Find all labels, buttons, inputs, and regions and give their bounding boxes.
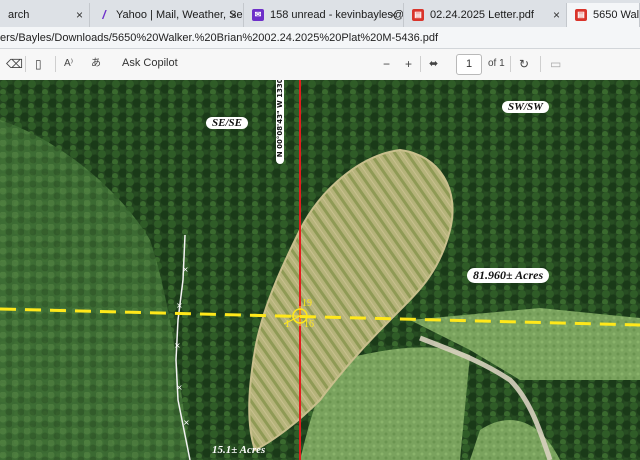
close-icon[interactable]: × (553, 8, 560, 22)
address-bar[interactable]: ers/Bayles/Downloads/5650%20Walker.%20Br… (0, 27, 640, 49)
fence-marker: × (176, 383, 183, 392)
divider (510, 56, 511, 72)
read-aloud-icon[interactable]: A⁾ (64, 56, 73, 72)
tab-label: 02.24.2025 Letter.pdf (430, 9, 534, 21)
tab-search[interactable]: arch × (0, 3, 90, 27)
page-number-input[interactable]: 1 (456, 54, 482, 75)
fence-marker: × (174, 341, 181, 350)
mail-icon: ✉ (252, 9, 264, 21)
ask-copilot-button[interactable]: Ask Copilot (122, 57, 178, 69)
tab-label: Yahoo | Mail, Weather, Search, Po (116, 9, 243, 21)
close-icon[interactable]: × (230, 8, 237, 22)
close-icon[interactable]: × (390, 8, 397, 22)
divider (420, 56, 421, 72)
tab-letter-pdf[interactable]: ▤ 02.24.2025 Letter.pdf × (404, 3, 567, 27)
pdf-icon: ▤ (412, 9, 424, 21)
acreage-label-secondary: 15.1± Acres (212, 444, 266, 456)
tab-label: 158 unread - kevinbayles@yahoo (270, 9, 404, 21)
rotate-icon[interactable]: ↻ (519, 56, 529, 72)
tab-mail[interactable]: ✉ 158 unread - kevinbayles@yahoo × (244, 3, 404, 27)
divider (25, 56, 26, 72)
corner-number-left: 1 (285, 319, 290, 330)
corner-number-bottom: 16 (304, 319, 314, 330)
tab-yahoo[interactable]: / Yahoo | Mail, Weather, Search, Po × (90, 3, 244, 27)
quadrant-label-sw: SW/SW (502, 101, 549, 113)
pdf-toolbar: ⌫ ▯ A⁾ あ Ask Copilot − + ⬌ 1 of 1 ↻ ▭ (0, 49, 640, 81)
yahoo-icon: / (102, 8, 106, 22)
pdf-icon: ▤ (575, 9, 587, 21)
quadrant-label-se: SE/SE (206, 117, 248, 129)
tab-strip: arch × / Yahoo | Mail, Weather, Search, … (0, 0, 640, 27)
acreage-label: 81.960± Acres (467, 268, 550, 283)
fit-page-icon[interactable]: ⬌ (429, 56, 438, 72)
divider (55, 56, 56, 72)
eraser-icon[interactable]: ⌫ (6, 56, 23, 72)
url-text: ers/Bayles/Downloads/5650%20Walker.%20Br… (0, 31, 439, 44)
fence-marker: × (182, 265, 189, 274)
page-count: of 1 (488, 58, 505, 69)
translate-icon[interactable]: あ (91, 56, 101, 72)
pdf-page-aerial-plat: × × × × × SE/SE SW/SW 81.960± Acres 15.1… (0, 80, 640, 460)
tab-label: 5650 Walker. (593, 9, 640, 21)
close-icon[interactable]: × (76, 8, 83, 22)
zoom-out-button[interactable]: − (383, 56, 390, 72)
page-view-icon[interactable]: ▯ (35, 56, 42, 72)
page-thumbnail-icon[interactable]: ▭ (550, 56, 561, 72)
zoom-in-button[interactable]: + (405, 56, 412, 72)
corner-number-top: 19 (302, 298, 312, 309)
tab-walker-pdf[interactable]: ▤ 5650 Walker. (567, 3, 640, 27)
fence-marker: × (183, 418, 190, 427)
bearing-label: N 00°08'43" W 1330.7 (276, 80, 284, 164)
divider (540, 56, 541, 72)
tab-label: arch (8, 9, 30, 21)
fence-marker: × (176, 301, 183, 310)
